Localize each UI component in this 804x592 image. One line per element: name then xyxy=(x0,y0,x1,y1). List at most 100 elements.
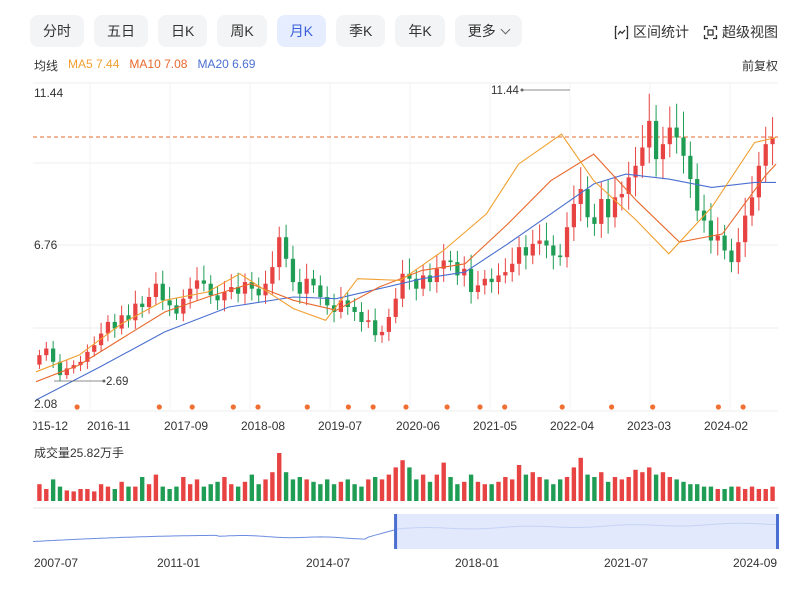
event-marker-dot xyxy=(255,404,261,410)
candle-body xyxy=(57,361,63,376)
candle-body xyxy=(544,240,549,246)
candle-body xyxy=(516,247,522,264)
volume-bar xyxy=(44,489,49,501)
event-marker-dot xyxy=(403,404,409,410)
candle-body xyxy=(715,235,720,241)
tab-more[interactable]: 更多 xyxy=(454,15,522,47)
volume-bar xyxy=(283,472,289,501)
tab-daily-k[interactable]: 日K xyxy=(158,15,208,47)
event-marker-dot xyxy=(444,404,450,410)
x-tick-4: 2019-07 xyxy=(318,419,362,433)
volume-bar xyxy=(187,484,193,501)
volume-bar xyxy=(215,481,220,501)
volume-bar xyxy=(544,479,549,501)
interval-stats-button[interactable]: 区间统计 xyxy=(614,22,689,42)
volume-bar xyxy=(537,477,542,501)
volume-bar xyxy=(530,472,535,501)
volume-bar xyxy=(715,489,720,501)
volume-bar xyxy=(235,486,241,501)
grid-lines xyxy=(33,82,778,412)
candle-body xyxy=(331,305,337,312)
event-marker-dot xyxy=(740,404,746,410)
volume-bar xyxy=(181,477,186,501)
candle-body xyxy=(146,297,152,307)
volume-bar xyxy=(729,486,734,501)
moving-average-lines xyxy=(35,133,777,401)
candle-body xyxy=(701,210,707,221)
volume-bar xyxy=(612,477,618,501)
candle-body xyxy=(489,278,494,283)
volume-bar xyxy=(222,477,227,501)
super-view-button[interactable]: 超级视图 xyxy=(703,22,778,42)
volume-bar xyxy=(71,491,76,501)
interval-stats-label: 区间统计 xyxy=(633,24,689,40)
candle-body xyxy=(571,203,576,228)
event-marker-dot xyxy=(609,404,615,410)
candle-body xyxy=(359,311,364,322)
candle-body xyxy=(229,287,234,293)
candle-body xyxy=(290,258,296,283)
tab-five-day[interactable]: 五日 xyxy=(94,15,148,47)
tab-weekly-k[interactable]: 周K xyxy=(217,15,267,47)
volume-bar xyxy=(242,481,248,501)
chart-tools: 区间统计 超级视图 xyxy=(614,22,778,42)
candle-body xyxy=(37,355,42,365)
interval-stats-icon xyxy=(614,25,629,39)
ma-legend: 均线 MA5 7.44 MA10 7.08 MA20 6.69 xyxy=(34,57,255,74)
candle-body xyxy=(181,298,186,314)
candle-body xyxy=(215,295,220,301)
candle-body xyxy=(619,194,624,198)
range-navigator[interactable]: 2007-07 2011-01 2014-07 2018-01 2021-07 … xyxy=(0,506,804,586)
volume-bar xyxy=(462,481,467,501)
tab-more-label: 更多 xyxy=(467,23,496,39)
x-tick-6: 2021-05 xyxy=(473,419,517,433)
candle-body xyxy=(373,320,378,336)
volume-bar xyxy=(263,479,268,501)
candle-body xyxy=(297,282,302,294)
x-tick-0: 2015-12 xyxy=(24,419,68,433)
volume-bar xyxy=(736,486,741,501)
candle-body xyxy=(530,243,535,256)
candle-body xyxy=(85,351,90,362)
volume-bar xyxy=(674,479,679,501)
volume-bar xyxy=(434,474,440,501)
event-marker-dot xyxy=(370,404,376,410)
ma-label: 均线 xyxy=(34,59,59,73)
navigator-selection-window[interactable] xyxy=(395,514,778,549)
tab-yearly-k[interactable]: 年K xyxy=(395,15,445,47)
volume-bar xyxy=(427,481,433,501)
candle-body xyxy=(105,321,111,334)
x-tick-5: 2020-06 xyxy=(396,419,440,433)
candle-body xyxy=(695,179,700,211)
tab-monthly-k[interactable]: 月K xyxy=(276,15,327,47)
volume-bar xyxy=(770,486,775,501)
chevron-down-icon xyxy=(500,24,511,34)
navigator-right-handle[interactable] xyxy=(776,514,779,549)
volume-bar xyxy=(249,474,255,501)
candle-body xyxy=(242,282,248,294)
volume-bar xyxy=(386,474,392,501)
volume-bar xyxy=(112,489,117,501)
event-marker-dot xyxy=(156,404,162,410)
candle-body xyxy=(366,320,371,322)
price-adjust-toggle[interactable]: 前复权 xyxy=(742,57,778,74)
volume-bar xyxy=(366,479,371,501)
volume-bar xyxy=(475,481,481,501)
candle-body xyxy=(599,198,604,224)
volume-bar xyxy=(126,486,131,501)
volume-bar xyxy=(503,477,508,501)
volume-bar xyxy=(256,484,261,501)
tab-intraday[interactable]: 分时 xyxy=(30,15,84,47)
y-tick-min: 2.08 xyxy=(34,397,58,411)
candle-body xyxy=(681,137,686,156)
event-marker-dot xyxy=(304,404,310,410)
ma10-line xyxy=(35,153,777,383)
candle-body xyxy=(592,217,597,224)
navigator-left-handle[interactable] xyxy=(394,514,398,549)
tab-quarterly-k[interactable]: 季K xyxy=(336,15,386,47)
candle-body xyxy=(325,297,330,306)
volume-bar xyxy=(174,486,179,501)
candle-body xyxy=(462,268,467,276)
candle-body xyxy=(98,333,104,346)
volume-bar xyxy=(414,479,419,501)
